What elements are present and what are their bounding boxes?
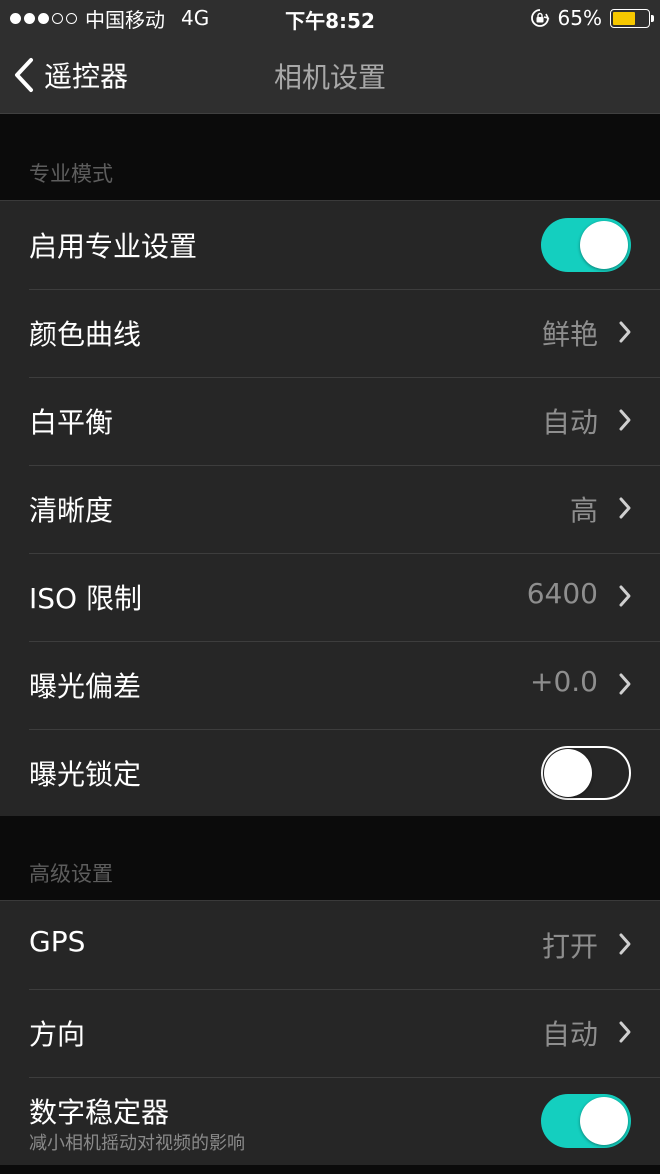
- row-enable-pro: 启用专业设置: [0, 201, 660, 289]
- iso-limit-label: ISO 限制: [29, 582, 142, 615]
- status-right: 65%: [530, 6, 654, 30]
- sharpness-value: 高: [569, 494, 598, 527]
- advanced-settings-group: GPS 打开 方向 自动 数字稳定器 减小相机摇动对视频的影响: [0, 900, 660, 1166]
- exposure-lock-toggle[interactable]: [541, 746, 631, 800]
- row-exposure-bias[interactable]: 曝光偏差 +0.0: [0, 641, 660, 729]
- chevron-right-icon: [619, 673, 631, 695]
- bottom-background: [0, 1165, 660, 1174]
- section-header-advanced-label: 高级设置: [29, 862, 113, 886]
- row-gps[interactable]: GPS 打开: [0, 901, 660, 989]
- status-bar: 中国移动 4G 下午8:52 65%: [0, 0, 660, 36]
- battery-icon: [610, 8, 654, 28]
- exposure-lock-label: 曝光锁定: [29, 758, 142, 791]
- rotation-lock-icon: [530, 9, 550, 27]
- section-header-pro-label: 专业模式: [29, 162, 113, 186]
- navigation-bar: 遥控器 相机设置: [0, 36, 660, 114]
- chevron-right-icon: [619, 1021, 631, 1043]
- chevron-right-icon: [619, 321, 631, 343]
- gps-label: GPS: [29, 925, 86, 958]
- chevron-right-icon: [619, 585, 631, 607]
- row-color-curve[interactable]: 颜色曲线 鲜艳: [0, 289, 660, 377]
- white-balance-value: 自动: [541, 406, 598, 439]
- back-button-label: 遥控器: [44, 60, 129, 93]
- row-white-balance[interactable]: 白平衡 自动: [0, 377, 660, 465]
- row-sharpness[interactable]: 清晰度 高: [0, 465, 660, 553]
- gps-value: 打开: [541, 930, 598, 963]
- battery-level-fill: [613, 11, 636, 25]
- section-header-advanced: 高级设置: [0, 816, 660, 900]
- battery-percent: 65%: [557, 6, 602, 30]
- color-curve-value: 鲜艳: [541, 318, 598, 351]
- enable-pro-label: 启用专业设置: [29, 230, 198, 263]
- chevron-right-icon: [619, 933, 631, 955]
- row-exposure-lock: 曝光锁定: [0, 729, 660, 817]
- row-iso-limit[interactable]: ISO 限制 6400: [0, 553, 660, 641]
- iso-limit-value: 6400: [526, 577, 598, 610]
- stabilizer-toggle[interactable]: [541, 1094, 631, 1148]
- stabilizer-label: 数字稳定器: [29, 1096, 170, 1129]
- row-stabilizer: 数字稳定器 减小相机摇动对视频的影响: [0, 1077, 660, 1165]
- orientation-value: 自动: [541, 1018, 598, 1051]
- chevron-left-icon: [15, 58, 33, 92]
- chevron-right-icon: [619, 409, 631, 431]
- chevron-right-icon: [619, 497, 631, 519]
- back-button[interactable]: 遥控器: [12, 54, 128, 96]
- exposure-bias-label: 曝光偏差: [29, 670, 142, 703]
- sharpness-label: 清晰度: [29, 494, 114, 527]
- row-orientation[interactable]: 方向 自动: [0, 989, 660, 1077]
- orientation-label: 方向: [29, 1018, 86, 1051]
- white-balance-label: 白平衡: [29, 406, 114, 439]
- stabilizer-description: 减小相机摇动对视频的影响: [29, 1133, 245, 1154]
- color-curve-label: 颜色曲线: [29, 318, 142, 351]
- pro-settings-group: 启用专业设置 颜色曲线 鲜艳 白平衡 自动 清晰度 高 ISO 限制 6400 …: [0, 200, 660, 818]
- exposure-bias-value: +0.0: [530, 665, 598, 698]
- enable-pro-toggle[interactable]: [541, 218, 631, 272]
- section-header-pro: 专业模式: [0, 115, 660, 200]
